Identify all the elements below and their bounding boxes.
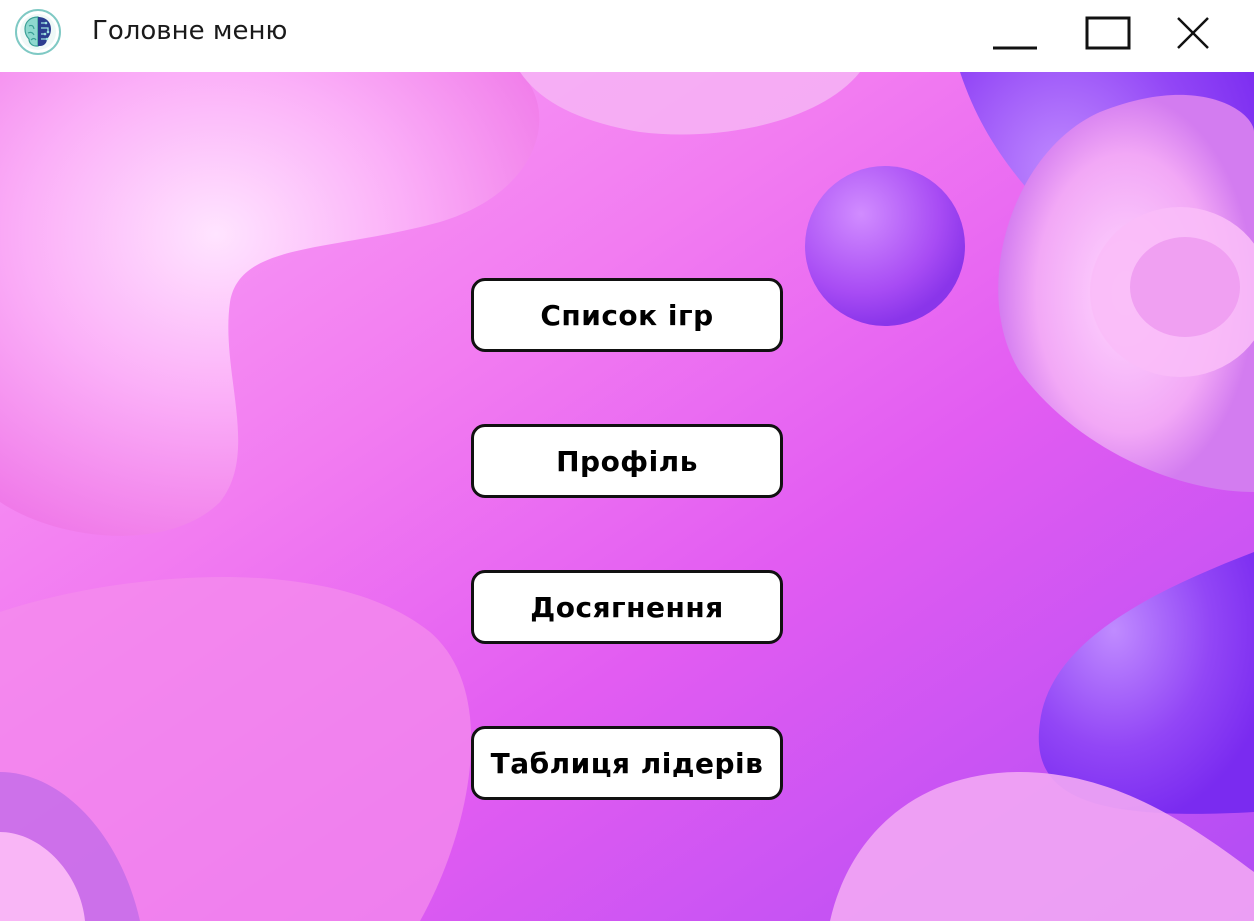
window-title: Головне меню: [92, 16, 288, 46]
maximize-icon[interactable]: [1078, 8, 1138, 58]
title-bar[interactable]: Головне меню: [0, 0, 1254, 72]
achievements-button[interactable]: Досягнення: [471, 570, 783, 644]
main-menu-window: Головне меню Список ігр Профіль Досягнен…: [0, 0, 1254, 921]
profile-button[interactable]: Профіль: [471, 424, 783, 498]
menu-content: Список ігр Профіль Досягнення Таблиця лі…: [0, 72, 1254, 921]
leaderboard-button[interactable]: Таблиця лідерів: [471, 726, 783, 800]
minimize-icon[interactable]: [985, 8, 1045, 58]
game-list-button[interactable]: Список ігр: [471, 278, 783, 352]
brain-icon: [15, 9, 61, 55]
close-icon[interactable]: [1163, 8, 1223, 58]
